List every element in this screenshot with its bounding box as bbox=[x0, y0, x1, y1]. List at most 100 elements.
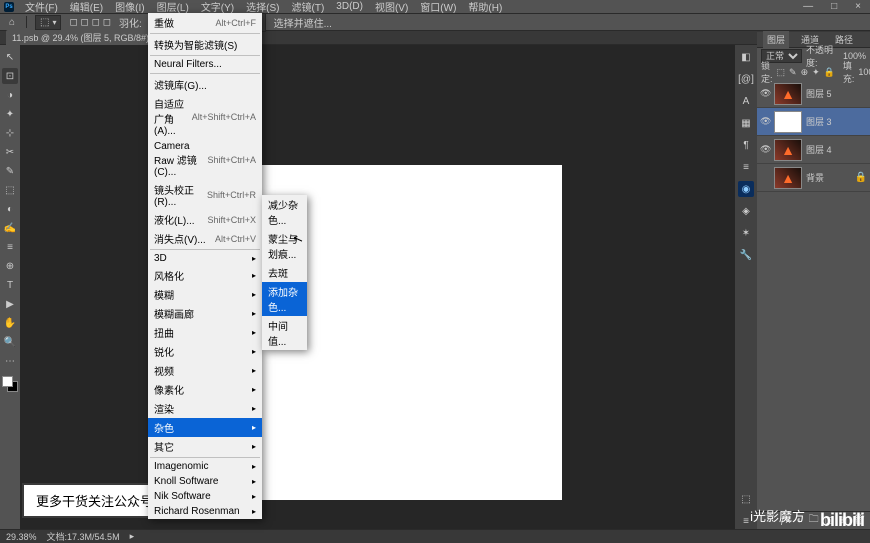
type-tool[interactable]: T bbox=[2, 277, 18, 293]
menu-item[interactable]: 扭曲 bbox=[148, 323, 262, 342]
panel-icon-10[interactable]: 🔧 bbox=[738, 247, 754, 263]
heal-tool[interactable]: ⬚ bbox=[2, 182, 18, 198]
eraser-tool[interactable]: ⊕ bbox=[2, 258, 18, 274]
layer-row[interactable]: 👁 ▲ 图层 5 bbox=[757, 80, 870, 108]
layer-name[interactable]: 背景 bbox=[806, 171, 851, 184]
path-tool[interactable]: ▶ bbox=[2, 296, 18, 312]
history-brush-tool[interactable]: ≡ bbox=[2, 239, 18, 255]
fill-value[interactable]: 100% bbox=[858, 67, 870, 77]
eyedropper-tool[interactable]: ✎ bbox=[2, 163, 18, 179]
menu-item[interactable]: 风格化 bbox=[148, 266, 262, 285]
submenu-item[interactable]: 中间值... bbox=[262, 316, 307, 350]
close-button[interactable]: × bbox=[850, 1, 866, 12]
menu-item[interactable]: 模糊画廊 bbox=[148, 304, 262, 323]
menu-image[interactable]: 图像(I) bbox=[110, 0, 149, 14]
zoom-level[interactable]: 29.38% bbox=[6, 532, 37, 542]
character-panel-icon[interactable]: A bbox=[738, 93, 754, 109]
paragraph-panel-icon[interactable]: ¶ bbox=[738, 137, 754, 153]
menu-item[interactable]: 杂色 bbox=[148, 418, 262, 437]
submenu-item[interactable]: 去斑 bbox=[262, 263, 307, 282]
crop-tool[interactable]: ⊹ bbox=[2, 125, 18, 141]
menu-item[interactable]: Imagenomic bbox=[148, 459, 262, 474]
layer-name[interactable]: 图层 4 bbox=[806, 143, 867, 156]
menu-item[interactable]: 锐化 bbox=[148, 342, 262, 361]
tool-preset[interactable]: ⬚ bbox=[35, 15, 61, 30]
panel-icon-6[interactable]: ≡ bbox=[738, 159, 754, 175]
menu-item[interactable]: 消失点(V)...Alt+Ctrl+V bbox=[148, 229, 262, 248]
layer-row[interactable]: 👁 ▲ 图层 4 bbox=[757, 136, 870, 164]
panel-icon-1[interactable]: ◧ bbox=[738, 49, 754, 65]
lasso-tool[interactable]: ◑ bbox=[2, 87, 18, 103]
doc-size[interactable]: 文档:17.3M/54.5M bbox=[47, 530, 120, 543]
menu-filter[interactable]: 滤镜(T) bbox=[287, 0, 330, 14]
maximize-button[interactable]: □ bbox=[826, 1, 842, 12]
layer-row[interactable]: ▲ 背景 🔒 bbox=[757, 164, 870, 192]
menu-item[interactable]: 重做Alt+Ctrl+F bbox=[148, 13, 262, 32]
menu-item[interactable]: 其它 bbox=[148, 437, 262, 456]
layer-thumbnail[interactable]: ▲ bbox=[774, 83, 802, 105]
lock-artboard-icon[interactable]: ✦ bbox=[812, 67, 820, 78]
doc-tab-1[interactable]: 11.psb @ 29.4% (图层 5, RGB/8#) × bbox=[6, 30, 164, 45]
menu-file[interactable]: 文件(F) bbox=[20, 0, 63, 14]
submenu-item[interactable]: 添加杂色... bbox=[262, 282, 307, 316]
move-tool[interactable]: ↖ bbox=[2, 49, 18, 65]
menu-item[interactable]: 滤镜库(G)... bbox=[148, 75, 262, 94]
brush-tool[interactable]: ◐ bbox=[2, 201, 18, 217]
layer-row[interactable]: 👁 图层 3 bbox=[757, 108, 870, 136]
panel-icon-4[interactable]: ▦ bbox=[738, 115, 754, 131]
panel-icon-7[interactable]: ◉ bbox=[738, 181, 754, 197]
panel-icon-8[interactable]: ◈ bbox=[738, 203, 754, 219]
layer-thumbnail[interactable] bbox=[774, 111, 802, 133]
layer-name[interactable]: 图层 3 bbox=[806, 115, 867, 128]
marquee-tool[interactable]: ⊡ bbox=[2, 68, 18, 84]
frame-tool[interactable]: ✂ bbox=[2, 144, 18, 160]
stamp-tool[interactable]: ✍ bbox=[2, 220, 18, 236]
select-mask-button[interactable]: 选择并遮住... bbox=[274, 15, 332, 30]
folder-icon[interactable]: 🗀 bbox=[809, 512, 819, 529]
layer-thumbnail[interactable]: ▲ bbox=[774, 167, 802, 189]
visibility-icon[interactable]: 👁 bbox=[760, 144, 770, 155]
menu-item[interactable]: Neural Filters... bbox=[148, 57, 262, 72]
menu-layer[interactable]: 图层(L) bbox=[152, 0, 194, 14]
layer-thumbnail[interactable]: ▲ bbox=[774, 139, 802, 161]
menu-3d[interactable]: 3D(D) bbox=[331, 1, 368, 12]
visibility-icon[interactable]: 👁 bbox=[760, 88, 770, 99]
menu-help[interactable]: 帮助(H) bbox=[463, 0, 507, 14]
menu-item[interactable]: 模糊 bbox=[148, 285, 262, 304]
panel-icon-11[interactable]: ⬚ bbox=[738, 491, 754, 507]
menu-edit[interactable]: 编辑(E) bbox=[65, 0, 108, 14]
minimize-button[interactable]: — bbox=[798, 1, 818, 12]
lock-transparent-icon[interactable]: ⬚ bbox=[777, 67, 786, 78]
submenu-item[interactable]: 减少杂色... bbox=[262, 195, 307, 229]
color-swatch[interactable] bbox=[2, 376, 18, 392]
lock-all-icon[interactable]: 🔒 bbox=[824, 67, 835, 78]
panel-icon-9[interactable]: ✶ bbox=[738, 225, 754, 241]
wand-tool[interactable]: ✦ bbox=[2, 106, 18, 122]
menu-item[interactable]: Richard Rosenman bbox=[148, 504, 262, 519]
mode-icons[interactable]: ◻ ◻ ◻ ◻ bbox=[69, 17, 111, 28]
zoom-tool[interactable]: 🔍 bbox=[2, 334, 18, 350]
menu-item[interactable]: 渲染 bbox=[148, 399, 262, 418]
edit-toolbar[interactable]: ⋯ bbox=[2, 353, 18, 369]
layer-name[interactable]: 图层 5 bbox=[806, 87, 867, 100]
menu-item[interactable]: 液化(L)...Shift+Ctrl+X bbox=[148, 210, 262, 229]
menu-item[interactable]: 镜头校正(R)...Shift+Ctrl+R bbox=[148, 180, 262, 210]
menu-item[interactable]: 转换为智能滤镜(S) bbox=[148, 35, 262, 54]
menu-item[interactable]: 3D bbox=[148, 251, 262, 266]
menu-window[interactable]: 窗口(W) bbox=[415, 0, 461, 14]
lock-image-icon[interactable]: ✎ bbox=[789, 67, 797, 78]
menu-view[interactable]: 视图(V) bbox=[370, 0, 413, 14]
menu-item[interactable]: 像素化 bbox=[148, 380, 262, 399]
canvas-area[interactable] bbox=[20, 45, 757, 529]
tab-layers[interactable]: 图层 bbox=[763, 31, 789, 48]
menu-item[interactable]: Nik Software bbox=[148, 489, 262, 504]
menu-item[interactable]: 视频 bbox=[148, 361, 262, 380]
foreground-color[interactable] bbox=[2, 376, 13, 387]
menu-item[interactable]: Camera Raw 滤镜(C)...Shift+Ctrl+A bbox=[148, 139, 262, 180]
menu-item[interactable]: 自适应广角(A)...Alt+Shift+Ctrl+A bbox=[148, 94, 262, 139]
home-icon[interactable]: ⌂ bbox=[6, 16, 18, 28]
panel-icon-2[interactable]: [@] bbox=[738, 71, 754, 87]
visibility-icon[interactable]: 👁 bbox=[760, 116, 770, 127]
lock-position-icon[interactable]: ⊕ bbox=[801, 67, 809, 78]
menu-item[interactable]: Knoll Software bbox=[148, 474, 262, 489]
